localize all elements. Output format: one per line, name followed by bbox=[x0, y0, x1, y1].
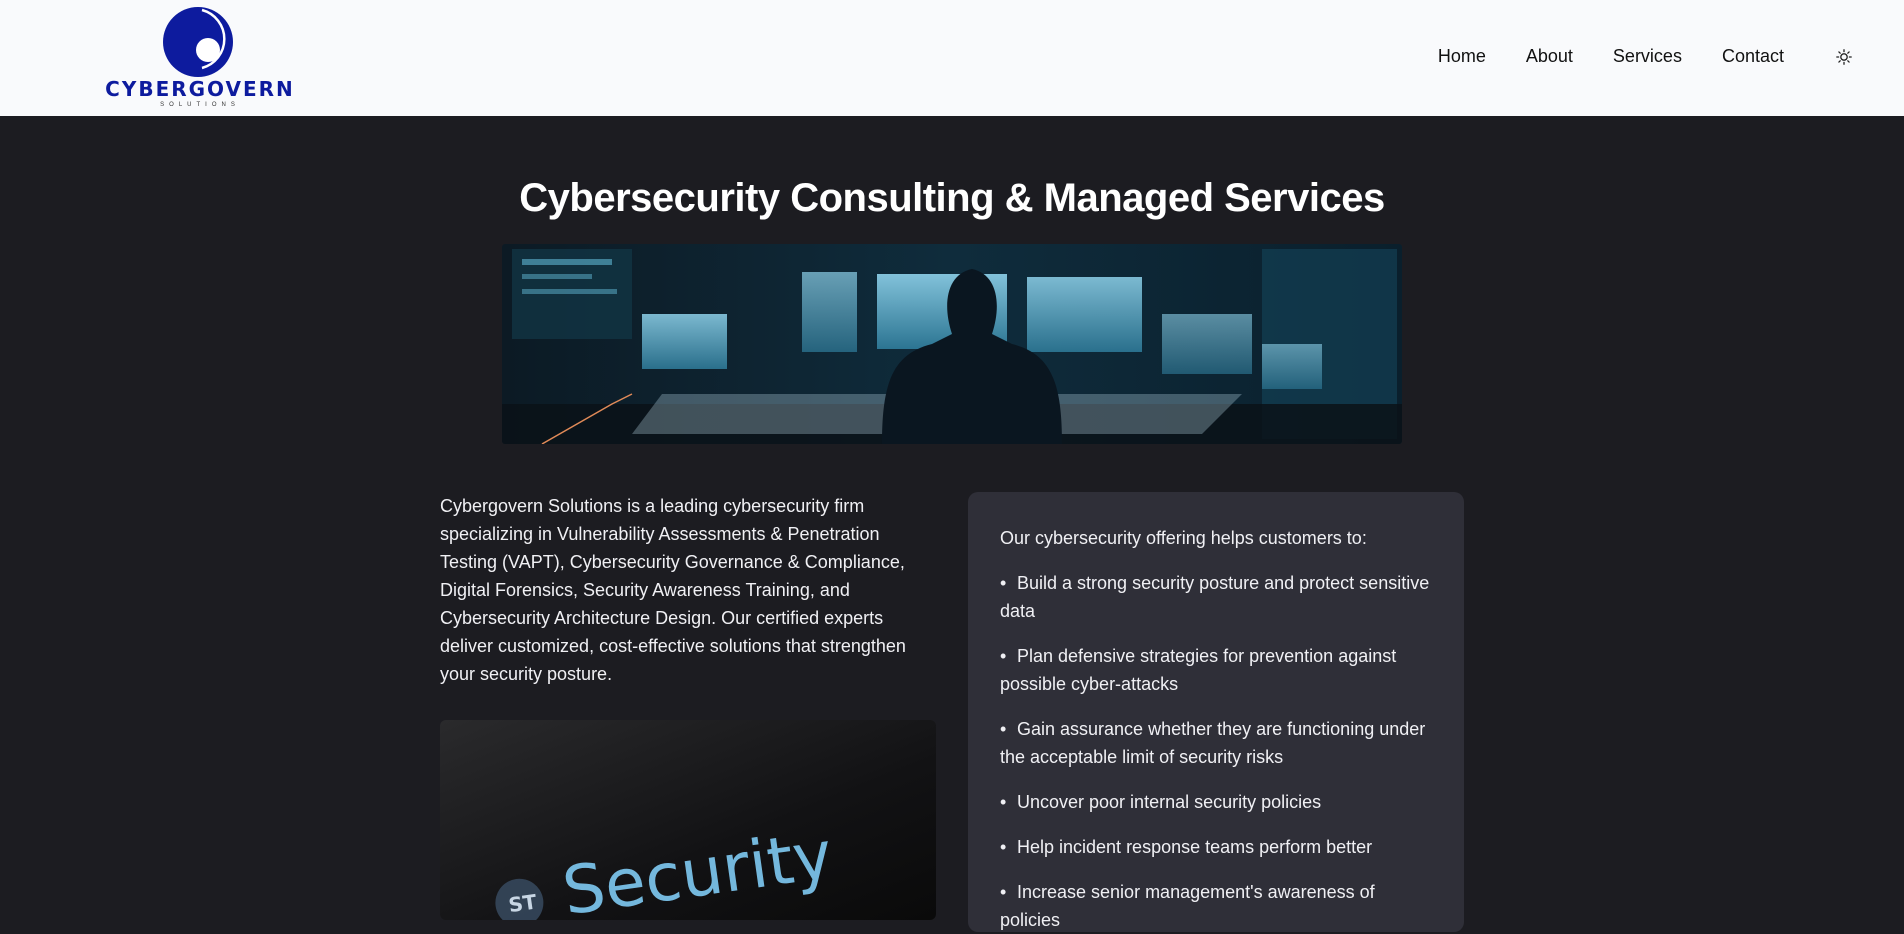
list-item: • Help incident response teams perform be… bbox=[1000, 833, 1432, 861]
logo-subtext: SOLUTIONS bbox=[160, 102, 240, 108]
bullet: • bbox=[1000, 792, 1007, 812]
offering-list: • Build a strong security posture and pro… bbox=[1000, 569, 1432, 934]
bullet: • bbox=[1000, 573, 1007, 593]
list-item-text: Uncover poor internal security policies bbox=[1017, 792, 1322, 812]
nav-home[interactable]: Home bbox=[1438, 46, 1486, 67]
security-badge-text: ST bbox=[507, 889, 538, 917]
list-item-text: Plan defensive strategies for prevention… bbox=[1000, 646, 1397, 694]
security-image: ST Security bbox=[440, 720, 936, 920]
bullet: • bbox=[1000, 882, 1007, 902]
page-title: Cybersecurity Consulting & Managed Servi… bbox=[519, 176, 1385, 220]
nav-contact[interactable]: Contact bbox=[1722, 46, 1784, 67]
list-item-text: Build a strong security posture and prot… bbox=[1000, 573, 1430, 621]
list-item-text: Gain assurance whether they are function… bbox=[1000, 719, 1426, 767]
hero-image bbox=[502, 244, 1402, 444]
offering-intro: Our cybersecurity offering helps custome… bbox=[1000, 528, 1367, 548]
list-item-text: Help incident response teams perform bet… bbox=[1017, 837, 1373, 857]
list-item: • Gain assurance whether they are functio… bbox=[1000, 715, 1432, 771]
list-item-text: Increase senior management's awareness o… bbox=[1000, 882, 1375, 930]
bullet: • bbox=[1000, 719, 1007, 739]
list-item: • Increase senior management's awareness … bbox=[1000, 878, 1432, 934]
logo-wordmark: CYBERGOVERN bbox=[105, 77, 295, 101]
site-header: CYBERGOVERN SOLUTIONS Home About Service… bbox=[0, 0, 1904, 116]
logo-mark-icon bbox=[163, 7, 233, 77]
sun-icon[interactable] bbox=[1836, 48, 1852, 65]
nav-about[interactable]: About bbox=[1526, 46, 1573, 67]
offering-card: Our cybersecurity offering helps custome… bbox=[968, 492, 1464, 932]
nav-services[interactable]: Services bbox=[1613, 46, 1682, 67]
list-item: • Uncover poor internal security policies bbox=[1000, 788, 1432, 816]
list-item: • Plan defensive strategies for preventio… bbox=[1000, 642, 1432, 698]
main-nav: Home About Services Contact bbox=[1438, 46, 1852, 67]
bullet: • bbox=[1000, 837, 1007, 857]
list-item: • Build a strong security posture and pro… bbox=[1000, 569, 1432, 625]
intro-paragraph: Cybergovern Solutions is a leading cyber… bbox=[440, 496, 906, 684]
bullet: • bbox=[1000, 646, 1007, 666]
logo[interactable]: CYBERGOVERN SOLUTIONS bbox=[102, 6, 298, 110]
